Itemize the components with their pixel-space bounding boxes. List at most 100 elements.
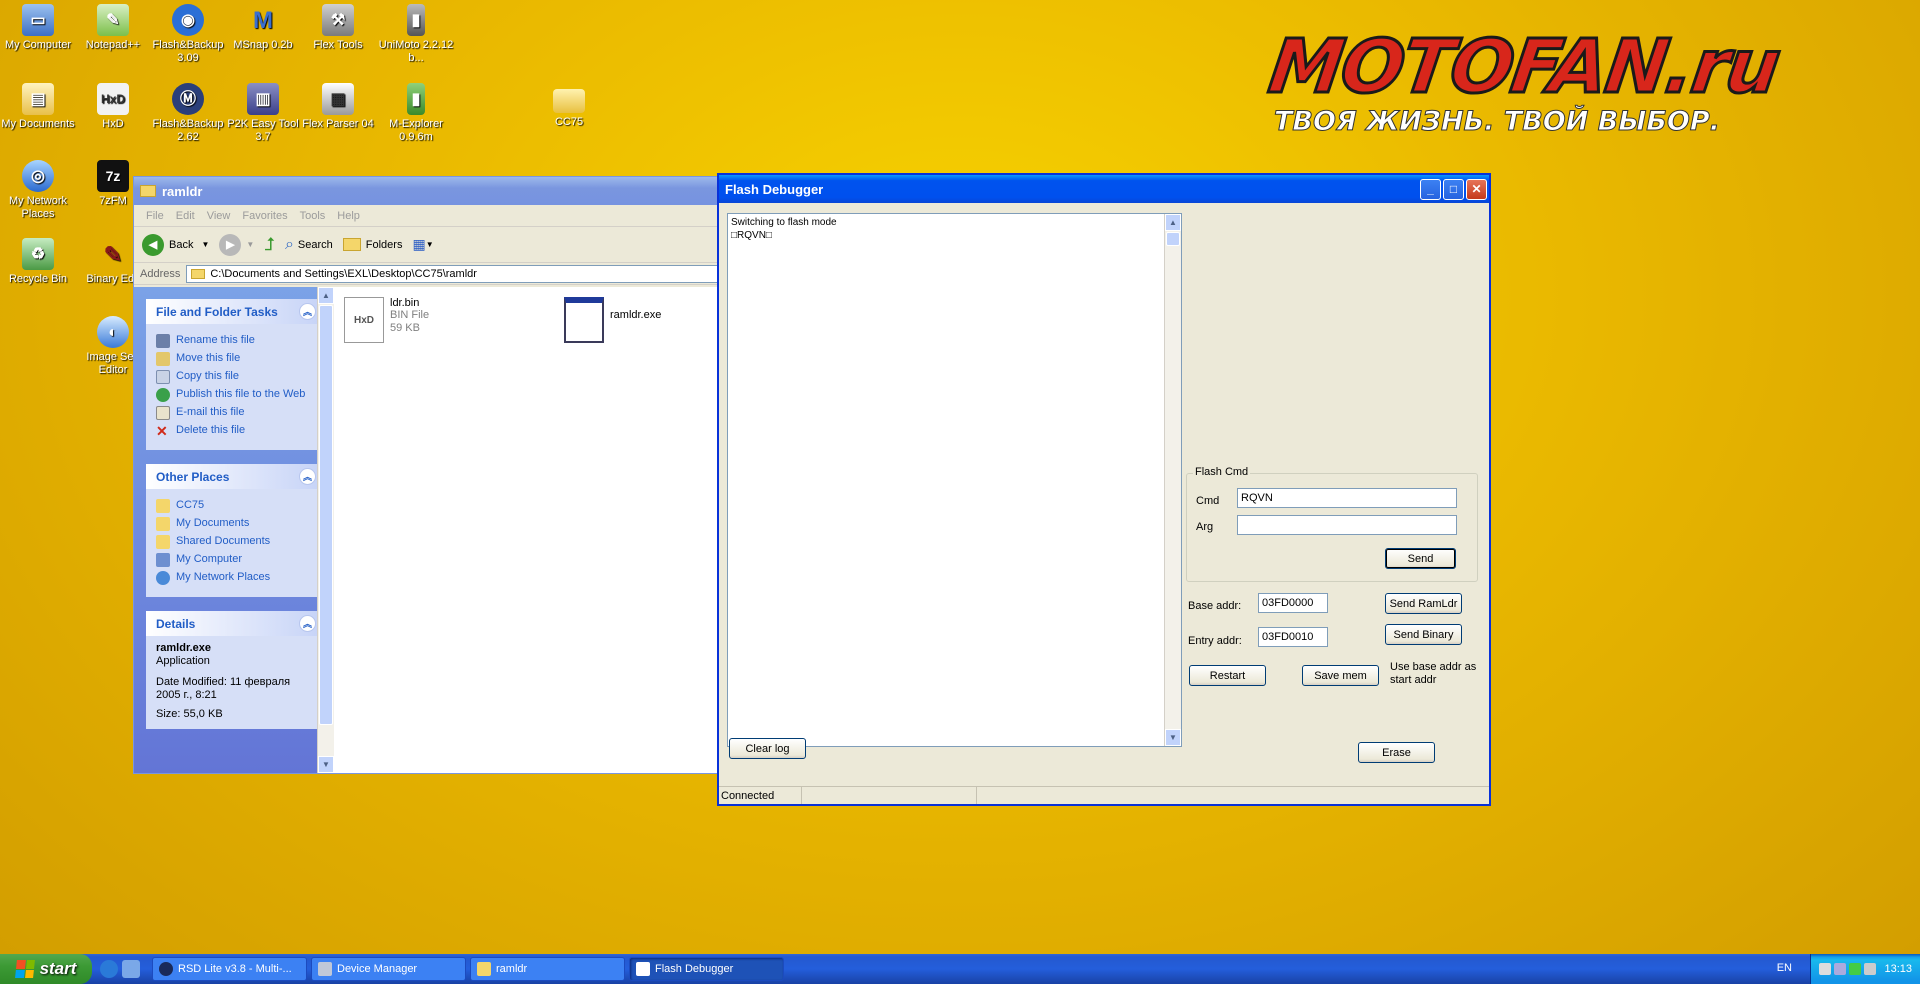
log-output[interactable]: Switching to flash mode □RQVN□ ▲ ▼ [727, 213, 1182, 747]
scroll-down-icon[interactable]: ▼ [1165, 729, 1181, 746]
task-rsd-lite[interactable]: RSD Lite v3.8 - Multi-... [152, 957, 307, 981]
log-scrollbar[interactable]: ▲ ▼ [1164, 214, 1181, 746]
desktop-icon-recycle-bin[interactable]: ♻ Recycle Bin [0, 238, 76, 286]
erase-button[interactable]: Erase [1358, 742, 1435, 763]
send-button[interactable]: Send [1385, 548, 1456, 569]
place-my-network-places[interactable]: My Network Places [156, 571, 312, 585]
details-name: ramldr.exe [156, 642, 212, 654]
desktop-icon-flex-tools[interactable]: ⚒ Flex Tools [300, 4, 376, 52]
base-addr-input[interactable]: 03FD0000 [1258, 593, 1328, 613]
send-binary-button[interactable]: Send Binary [1385, 624, 1462, 645]
desktop-icon-flex-parser[interactable]: ▦ Flex Parser 04 [300, 83, 376, 131]
task-email[interactable]: E-mail this file [156, 406, 312, 420]
menu-favorites[interactable]: Favorites [236, 210, 293, 222]
task-delete[interactable]: ✕ Delete this file [156, 424, 312, 438]
desktop-icon-my-network-places[interactable]: ◎ My Network Places [0, 160, 76, 221]
desktop-icon-hxd[interactable]: HxD HxD [75, 83, 151, 131]
desktop-icon-p2k-easy-tool[interactable]: ▥ P2K Easy Tool 3.7 [225, 83, 301, 144]
folder-icon [191, 268, 206, 279]
back-button[interactable]: ◀ Back ▼ [142, 233, 209, 256]
address-input[interactable]: C:\Documents and Settings\EXL\Desktop\CC… [186, 264, 722, 283]
task-flash-debugger[interactable]: Flash Debugger [629, 957, 784, 981]
collapse-chevron-icon[interactable]: ︽ [299, 468, 316, 485]
start-button[interactable]: start [0, 954, 92, 984]
file-item-ramldr-exe[interactable]: ramldr.exe [564, 297, 661, 343]
desktop-icon-my-computer[interactable]: ▭ My Computer [0, 4, 76, 52]
up-folder-icon: ⮥ [264, 234, 275, 254]
clock[interactable]: 13:13 [1884, 963, 1912, 975]
file-folder-tasks-header[interactable]: File and Folder Tasks ︽ [146, 299, 322, 324]
desktop-icon-notepadpp[interactable]: ✎ Notepad++ [75, 4, 151, 52]
place-my-computer[interactable]: My Computer [156, 553, 312, 567]
menu-tools[interactable]: Tools [294, 210, 332, 222]
address-bar: Address C:\Documents and Settings\EXL\De… [134, 263, 722, 285]
close-icon[interactable]: ✕ [1466, 178, 1487, 200]
scroll-up-icon[interactable]: ▲ [1165, 214, 1181, 231]
restart-button[interactable]: Restart [1189, 665, 1266, 686]
place-my-documents[interactable]: My Documents [156, 517, 312, 531]
explorer-title: ramldr [162, 183, 203, 199]
task-ramldr[interactable]: ramldr [470, 957, 625, 981]
network-tray-icon[interactable] [1819, 963, 1832, 975]
desktop-icon-label: My Network Places [8, 195, 68, 220]
scrollbar-thumb[interactable] [319, 305, 333, 725]
desktop-icon-my-documents[interactable]: ▤ My Documents [0, 83, 76, 131]
back-arrow-icon: ◀ [142, 233, 164, 256]
desktop-icon-m-explorer[interactable]: ▮ M-Explorer 0.9.6m [378, 83, 454, 144]
maximize-icon[interactable]: □ [1443, 178, 1464, 200]
scroll-down-icon[interactable]: ▼ [318, 756, 334, 773]
collapse-chevron-icon[interactable]: ︽ [299, 615, 316, 632]
task-publish[interactable]: Publish this file to the Web [156, 388, 312, 402]
task-rename[interactable]: Rename this file [156, 334, 312, 348]
taskpane-scrollbar[interactable]: ▲ ▼ [317, 287, 334, 773]
arg-input[interactable] [1237, 515, 1457, 535]
safely-remove-tray-icon[interactable] [1864, 963, 1877, 975]
volume-tray-icon[interactable] [1834, 963, 1847, 975]
menu-edit[interactable]: Edit [170, 210, 201, 222]
entry-addr-input[interactable]: 03FD0010 [1258, 627, 1328, 647]
globe-icon [156, 388, 170, 402]
place-label: My Documents [176, 517, 250, 529]
views-button[interactable]: ▦ ▼ [412, 236, 433, 253]
search-button[interactable]: ⌕ Search [285, 236, 333, 254]
other-places-header[interactable]: Other Places ︽ [146, 464, 322, 489]
show-desktop-icon[interactable] [122, 960, 140, 978]
folders-label: Folders [365, 238, 403, 251]
desktop-icon-msnap[interactable]: M MSnap 0.2b [225, 4, 301, 52]
desktop-icon-label: Recycle Bin [8, 273, 68, 285]
desktop-icon-flashbackup-309[interactable]: ◉ Flash&Backup 3.09 [150, 4, 226, 65]
save-mem-button[interactable]: Save mem [1302, 665, 1379, 686]
desktop-icon-cc75[interactable]: CC75 [531, 83, 607, 129]
security-tray-icon[interactable] [1849, 963, 1862, 975]
desktop-icon-flashbackup-262[interactable]: Ⓜ Flash&Backup 2.62 [150, 83, 226, 144]
details-header[interactable]: Details ︽ [146, 611, 322, 636]
task-device-manager[interactable]: Device Manager [311, 957, 466, 981]
folders-button[interactable]: Folders [342, 238, 403, 251]
place-shared-documents[interactable]: Shared Documents [156, 535, 312, 549]
forward-button[interactable]: ▶ ▼ [219, 233, 254, 256]
file-item-ldr-bin[interactable]: HxD ldr.bin BIN File 59 KB [344, 297, 429, 343]
search-icon: ⌕ [284, 235, 294, 253]
send-ramldr-button[interactable]: Send RamLdr [1385, 593, 1462, 614]
menu-help[interactable]: Help [331, 210, 366, 222]
desktop-icon-unimoto[interactable]: ▮ UniMoto 2.2.12 b... [378, 4, 454, 65]
file-list-pane: ▲ ▼ HxD ldr.bin BIN File 59 KB ramldr.ex… [317, 287, 722, 773]
ie-icon[interactable] [100, 960, 118, 978]
menu-view[interactable]: View [201, 210, 237, 222]
menu-file[interactable]: File [140, 210, 170, 222]
minimize-icon[interactable]: _ [1420, 178, 1441, 200]
cmd-input[interactable]: RQVN [1237, 488, 1457, 508]
desktop-icon-label: My Computer [4, 39, 72, 51]
task-copy[interactable]: Copy this file [156, 370, 312, 384]
scroll-up-icon[interactable]: ▲ [318, 287, 334, 304]
up-folder-button[interactable]: ⮥ [264, 234, 275, 255]
explorer-titlebar[interactable]: ramldr [134, 177, 722, 205]
scrollbar-thumb[interactable] [1166, 232, 1180, 246]
place-cc75[interactable]: CC75 [156, 499, 312, 513]
debugger-titlebar[interactable]: Flash Debugger _ □ ✕ [719, 175, 1489, 203]
clear-log-button[interactable]: Clear log [729, 738, 806, 759]
language-indicator[interactable]: EN [1777, 962, 1792, 974]
task-label: Device Manager [337, 963, 418, 975]
task-move[interactable]: Move this file [156, 352, 312, 366]
collapse-chevron-icon[interactable]: ︽ [299, 303, 316, 320]
